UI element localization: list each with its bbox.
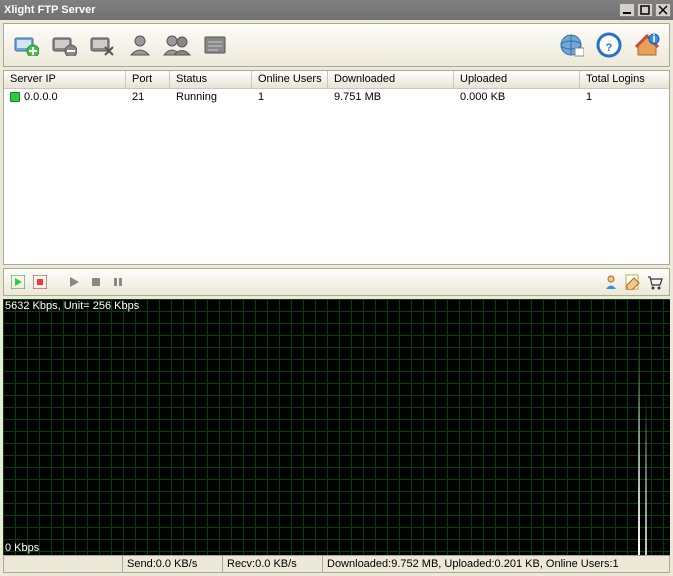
cell-port: 21: [126, 89, 170, 105]
col-uploaded[interactable]: Uploaded: [454, 71, 580, 88]
status-bar: Send:0.0 KB/s Recv:0.0 KB/s Downloaded:9…: [3, 555, 670, 573]
current-user-icon[interactable]: [603, 274, 619, 290]
col-online-users[interactable]: Online Users: [252, 71, 328, 88]
start-server-button[interactable]: [10, 274, 26, 290]
users-group-button[interactable]: [162, 29, 194, 61]
cell-status: Running: [170, 89, 252, 105]
col-port[interactable]: Port: [126, 71, 170, 88]
server-status-icon: [10, 92, 20, 102]
status-summary: Downloaded:9.752 MB, Uploaded:0.201 KB, …: [323, 555, 670, 573]
graph-top-label: 5632 Kbps, Unit= 256 Kbps: [5, 300, 139, 312]
server-row[interactable]: 0.0.0.0 21 Running 1 9.751 MB 0.000 KB 1: [4, 89, 669, 105]
title-bar: Xlight FTP Server: [0, 0, 673, 20]
col-total-logins[interactable]: Total Logins: [580, 71, 662, 88]
minimize-button[interactable]: [619, 3, 635, 17]
cart-icon[interactable]: [647, 274, 663, 290]
log-view-button[interactable]: [200, 29, 232, 61]
window-title: Xlight FTP Server: [4, 4, 617, 16]
play-button[interactable]: [66, 274, 82, 290]
server-list-header: Server IP Port Status Online Users Downl…: [4, 71, 669, 89]
bandwidth-graph: 5632 Kbps, Unit= 256 Kbps 0 Kbps: [3, 299, 670, 555]
col-status[interactable]: Status: [170, 71, 252, 88]
svg-text:?: ?: [606, 42, 613, 54]
cell-uploaded: 0.000 KB: [454, 89, 580, 105]
cell-online: 1: [252, 89, 328, 105]
graph-grid: [3, 299, 670, 555]
cell-ip: 0.0.0.0: [4, 89, 126, 105]
server-options-button[interactable]: [86, 29, 118, 61]
cell-downloaded: 9.751 MB: [328, 89, 454, 105]
stop-button[interactable]: [88, 274, 104, 290]
pause-button[interactable]: [110, 274, 126, 290]
home-button[interactable]: i: [631, 29, 663, 61]
cell-ip-text: 0.0.0.0: [24, 91, 58, 103]
maximize-button[interactable]: [637, 3, 653, 17]
globe-button[interactable]: [555, 29, 587, 61]
help-button[interactable]: ?: [593, 29, 625, 61]
server-list-body[interactable]: 0.0.0.0 21 Running 1 9.751 MB 0.000 KB 1: [4, 89, 669, 264]
close-button[interactable]: [655, 3, 671, 17]
graph-bottom-label: 0 Kbps: [5, 542, 39, 554]
stop-server-button[interactable]: [32, 274, 48, 290]
cell-logins: 1: [580, 89, 662, 105]
user-button[interactable]: [124, 29, 156, 61]
status-send: Send:0.0 KB/s: [123, 555, 223, 573]
col-downloaded[interactable]: Downloaded: [328, 71, 454, 88]
remove-server-button[interactable]: [48, 29, 80, 61]
server-list: Server IP Port Status Online Users Downl…: [3, 70, 670, 265]
add-server-button[interactable]: [10, 29, 42, 61]
status-cell-blank: [3, 555, 123, 573]
main-toolbar: ? i: [3, 23, 670, 67]
edit-icon[interactable]: [625, 274, 641, 290]
col-server-ip[interactable]: Server IP: [4, 71, 126, 88]
svg-text:i: i: [652, 33, 655, 45]
status-recv: Recv:0.0 KB/s: [223, 555, 323, 573]
control-bar: [3, 268, 670, 296]
